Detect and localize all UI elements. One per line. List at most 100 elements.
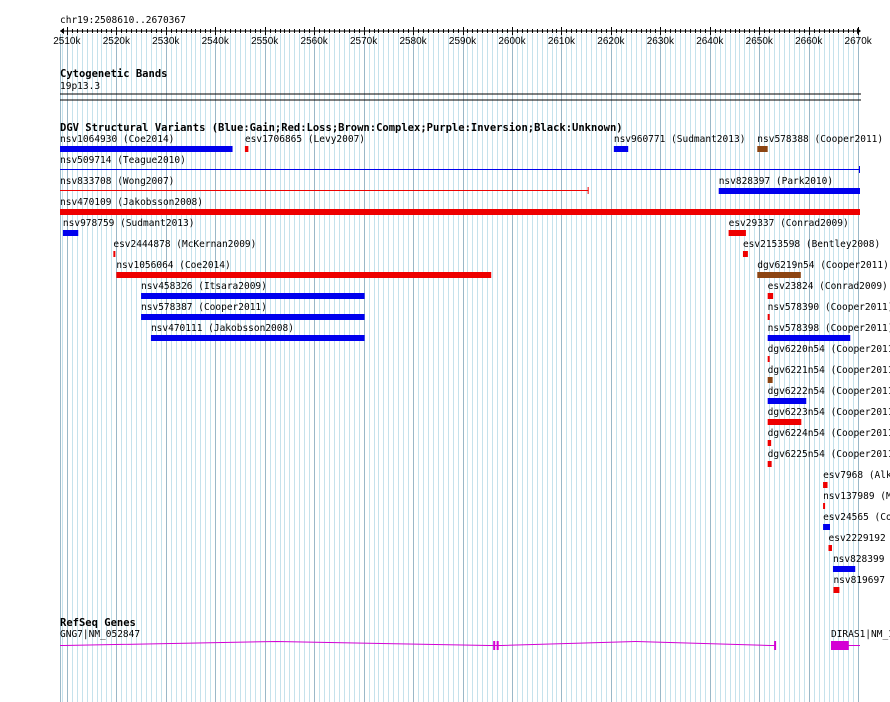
dgv-feature[interactable]: dgv6223n54 (Cooper2011) (767, 407, 890, 425)
dgv-feature-label: nsv819697 (Mills2011) (833, 575, 890, 586)
dgv-feature-label: esv2229192 (McKernan2009) (829, 533, 890, 544)
dgv-feature-bar (116, 272, 492, 278)
dgv-feature-label: nsv960771 (Sudmant2013) (614, 134, 746, 145)
genome-browser-view: chr19:2508610..2670367 2510k 2520k 2530k 25… (0, 0, 890, 702)
dgv-feature[interactable]: nsv458326 (Itsara2009) (141, 281, 365, 299)
ruler-tick-label: 2560k (301, 36, 329, 47)
ruler-left-arrow-icon (60, 28, 64, 34)
dgv-feature-label: dgv6225n54 (Cooper2011) (768, 449, 890, 460)
dgv-feature[interactable]: dgv6225n54 (Cooper2011) (767, 449, 890, 467)
dgv-feature-label: nsv828399 (Park2010) (833, 554, 890, 565)
refseq-exon (830, 641, 849, 650)
dgv-feature-bar (832, 566, 856, 572)
dgv-feature-bar (823, 482, 828, 488)
dgv-feature-bar (113, 251, 116, 257)
dgv-track-title: DGV Structural Variants (Blue:Gain;Red:L… (60, 122, 623, 134)
cytoband-track-title: Cytogenetic Bands (60, 68, 167, 80)
dgv-feature-label: esv29337 (Conrad2009) (729, 218, 849, 229)
ruler: chr19:2508610..2670367 2510k 2520k 2530k 25… (53, 15, 873, 47)
refseq-gene-label: DIRAS1|NM_145173 (831, 629, 890, 640)
ruler-tick-label: 2620k (597, 36, 625, 47)
dgv-feature-bar (62, 230, 79, 236)
dgv-feature-bar (767, 461, 772, 467)
dgv-feature-bar (767, 314, 770, 320)
dgv-feature[interactable]: esv23824 (Conrad2009) (767, 281, 888, 299)
dgv-feature-label: nsv1056064 (Coe2014) (116, 260, 230, 271)
dgv-feature-bar (742, 251, 748, 257)
dgv-feature[interactable]: dgv6220n54 (Cooper2011) (767, 344, 890, 362)
ruler-tick-label: 2530k (152, 36, 180, 47)
ruler-tick-label: 2640k (696, 36, 724, 47)
dgv-feature[interactable]: esv2444878 (McKernan2009) (113, 239, 256, 257)
dgv-feature[interactable]: nsv578388 (Cooper2011) (757, 134, 883, 152)
region-label: chr19:2508610..2670367 (60, 15, 186, 26)
dgv-feature-bar (767, 293, 774, 299)
dgv-feature-label: esv7968 (Alkan2009) (823, 470, 890, 481)
refseq-track: RefSeq Genes GNG7|NM_052847 DIRAS1|NM_145… (60, 617, 890, 650)
dgv-feature[interactable]: nsv578387 (Cooper2011) (141, 302, 365, 320)
cytoband-name: 19p13.3 (60, 81, 100, 92)
refseq-intron-line (60, 640, 776, 646)
dgv-feature-label: nsv578388 (Cooper2011) (757, 134, 883, 145)
dgv-feature[interactable]: nsv828399 (Park2010) (832, 554, 890, 572)
dgv-feature[interactable]: esv2153598 (Bentley2008) (742, 239, 880, 257)
dgv-feature-bar (60, 209, 860, 215)
dgv-feature-label: dgv6219n54 (Cooper2011) (757, 260, 889, 271)
ruler-tick-label: 2540k (202, 36, 230, 47)
dgv-track: DGV Structural Variants (Blue:Gain;Red:L… (60, 122, 890, 593)
dgv-feature[interactable]: dgv6221n54 (Cooper2011) (767, 365, 890, 383)
refseq-genes: GNG7|NM_052847 DIRAS1|NM_145173 (60, 629, 890, 650)
dgv-feature-label: nsv509714 (Teague2010) (60, 155, 186, 166)
dgv-feature-label: nsv458326 (Itsara2009) (141, 281, 267, 292)
dgv-feature-label: dgv6223n54 (Cooper2011) (768, 407, 890, 418)
dgv-feature-label: dgv6221n54 (Cooper2011) (768, 365, 890, 376)
dgv-feature-label: esv2444878 (McKernan2009) (113, 239, 256, 250)
refseq-exon (774, 641, 777, 650)
dgv-feature-bar (244, 146, 249, 152)
dgv-feature[interactable]: dgv6219n54 (Cooper2011) (757, 260, 889, 278)
dgv-feature-bar (613, 146, 629, 152)
dgv-feature-label: dgv6222n54 (Cooper2011) (768, 386, 890, 397)
ruler-tick-label: 2630k (647, 36, 675, 47)
dgv-feature[interactable]: nsv1064930 (Coe2014) (60, 134, 233, 152)
dgv-feature-bar (141, 293, 365, 299)
dgv-feature-bar (757, 146, 768, 152)
dgv-feature-label: esv1706865 (Levy2007) (245, 134, 365, 145)
refseq-gene[interactable]: DIRAS1|NM_145173 (830, 629, 890, 650)
dgv-feature[interactable]: esv29337 (Conrad2009) (728, 218, 849, 236)
dgv-feature[interactable]: nsv578398 (Cooper2011) (767, 323, 890, 341)
ruler-tick-label: 2580k (399, 36, 427, 47)
dgv-feature-label: nsv470109 (Jakobsson2008) (60, 197, 203, 208)
dgv-feature[interactable]: nsv1056064 (Coe2014) (116, 260, 492, 278)
ruler-tick-label: 2510k (53, 36, 81, 47)
dgv-feature-label: nsv578390 (Cooper2011) (768, 302, 890, 313)
refseq-exon (493, 641, 496, 650)
refseq-gene-label: GNG7|NM_052847 (60, 629, 140, 640)
dgv-feature[interactable]: nsv578390 (Cooper2011) (767, 302, 890, 320)
dgv-feature[interactable]: dgv6224n54 (Cooper2011) (767, 428, 890, 446)
dgv-feature-label: nsv137989 (Mills2011) (823, 491, 890, 502)
dgv-feature-label: nsv833708 (Wong2007) (60, 176, 174, 187)
dgv-feature-label: dgv6220n54 (Cooper2011) (768, 344, 890, 355)
ruler-tick-label: 2550k (251, 36, 279, 47)
dgv-feature-bar (60, 146, 233, 152)
dgv-feature-bar (767, 419, 802, 425)
ruler-tick-label: 2590k (449, 36, 477, 47)
refseq-exon (496, 641, 499, 650)
dgv-feature[interactable]: nsv819697 (Mills2011) (833, 575, 890, 593)
dgv-feature-label: nsv578387 (Cooper2011) (141, 302, 267, 313)
cytoband-track: Cytogenetic Bands 19p13.3 (60, 68, 861, 101)
dgv-features: nsv1064930 (Coe2014) esv1706865 (Levy2007… (60, 134, 890, 593)
ruler-tick-label: 2570k (350, 36, 378, 47)
dgv-feature-bar (767, 356, 770, 362)
dgv-feature[interactable]: dgv6222n54 (Cooper2011) (767, 386, 890, 404)
dgv-feature-label: dgv6224n54 (Cooper2011) (768, 428, 890, 439)
dgv-feature-label: esv23824 (Conrad2009) (768, 281, 888, 292)
dgv-feature-bar (823, 524, 830, 530)
ruler-tick-label: 2600k (498, 36, 526, 47)
dgv-feature[interactable]: esv2229192 (McKernan2009) (828, 533, 890, 551)
dgv-feature-bar (150, 335, 365, 341)
dgv-feature-bar (767, 377, 773, 383)
dgv-feature-label: esv24565 (Conrad2009) (823, 512, 890, 523)
dgv-feature[interactable]: nsv470111 (Jakobsson2008) (150, 323, 365, 341)
